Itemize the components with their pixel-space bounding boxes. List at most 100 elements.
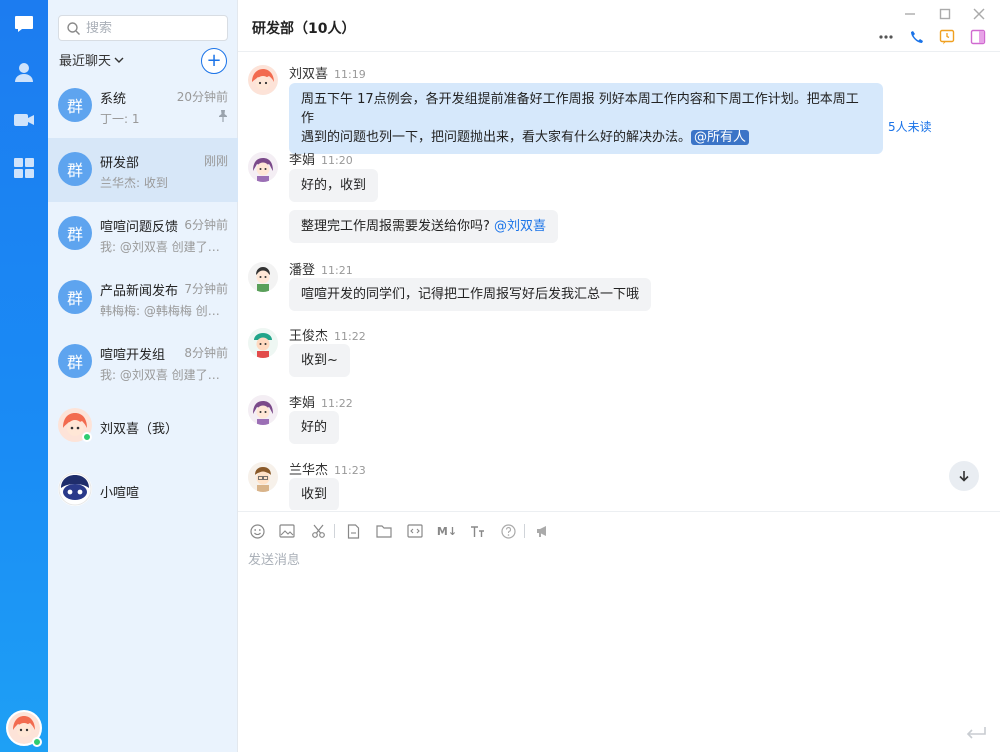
session-preview: 丁一: 1 <box>100 112 140 126</box>
message-list: 刘双喜 11:19 周五下午 17点例会，各开发组提前准备好工作周报 列好本周工作… <box>238 52 1000 510</box>
session-item-active[interactable]: 群 研发部 刚刚 兰华杰: 收到 <box>48 138 238 202</box>
search-icon <box>67 21 80 35</box>
message-time: 11:21 <box>321 264 353 277</box>
message-bubble[interactable]: 好的 <box>289 411 340 444</box>
code-icon[interactable] <box>406 522 424 540</box>
text-format-icon[interactable] <box>468 522 486 540</box>
message-text: 好的 <box>301 420 328 435</box>
sender-name: 李娟 <box>289 153 316 168</box>
message-header: 刘双喜 11:19 <box>289 63 366 82</box>
phone-icon[interactable] <box>908 28 926 46</box>
session-preview: 我: @刘双喜 创建了讨论组 <box>100 368 226 382</box>
session-preview: 我: @刘双喜 创建了讨论组 <box>100 240 226 254</box>
sender-name: 李娟 <box>289 396 316 411</box>
apps-grid-icon[interactable] <box>12 156 36 180</box>
close-icon[interactable] <box>971 6 987 22</box>
sender-name: 刘双喜 <box>289 67 329 82</box>
sender-name: 王俊杰 <box>289 329 329 344</box>
chat-title: 研发部（10人） <box>252 21 356 37</box>
maximize-icon[interactable] <box>937 6 953 22</box>
video-icon[interactable] <box>12 108 36 132</box>
scroll-to-bottom-button[interactable] <box>949 461 979 491</box>
unread-count[interactable]: 5人未读 <box>888 118 932 135</box>
message-header: 王俊杰 11:22 <box>289 325 366 344</box>
message-text: 收到~ <box>301 353 338 368</box>
recent-chats-dropdown[interactable]: 最近聊天 <box>59 50 124 69</box>
session-item[interactable]: 群 系统 20分钟前 丁一: 1 <box>48 74 238 138</box>
sender-avatar[interactable] <box>248 462 278 492</box>
markdown-icon[interactable]: M↓ <box>437 522 457 540</box>
message-bubble[interactable]: 周五下午 17点例会，各开发组提前准备好工作周报 列好本周工作内容和下周工作计划… <box>289 83 883 154</box>
file-icon[interactable] <box>344 522 362 540</box>
contacts-icon[interactable] <box>12 60 36 84</box>
pin-icon <box>218 110 228 126</box>
message-text: 周五下午 17点例会，各开发组提前准备好工作周报 列好本周工作内容和下周工作计划… <box>301 92 859 126</box>
sidebar-toggle-icon[interactable] <box>969 28 987 46</box>
sender-avatar[interactable] <box>248 152 278 182</box>
message-time: 11:22 <box>321 397 353 410</box>
message-bubble[interactable]: 收到~ <box>289 344 350 377</box>
session-name: 系统 <box>100 92 127 107</box>
group-avatar: 群 <box>58 216 92 250</box>
message-time: 11:23 <box>334 464 366 477</box>
chat-panel: 研发部（10人） 刘双喜 11:19 周五下午 17点例会，各开发组提前准备好工… <box>238 0 1000 752</box>
minimize-icon[interactable] <box>902 6 918 22</box>
chat-header: 研发部（10人） <box>238 0 1000 52</box>
session-name: 喧喧问题反馈 <box>100 220 179 235</box>
emoji-icon[interactable] <box>248 522 266 540</box>
message-time: 11:19 <box>334 68 366 81</box>
help-icon[interactable] <box>499 522 517 540</box>
more-options-icon[interactable] <box>877 28 895 46</box>
composer <box>238 549 1000 752</box>
screenshot-scissors-icon[interactable] <box>309 522 327 540</box>
session-name: 产品新闻发布 <box>100 284 179 299</box>
session-item[interactable]: 群 产品新闻发布 7分钟前 韩梅梅: @韩梅梅 创建了讨论组 <box>48 266 238 330</box>
sender-name: 潘登 <box>289 263 316 278</box>
search-box[interactable] <box>58 15 228 41</box>
sender-avatar[interactable] <box>248 65 278 95</box>
arrow-down-icon <box>959 471 969 482</box>
message-input[interactable] <box>248 549 988 719</box>
session-item-self[interactable]: 刘双喜（我） <box>48 394 238 458</box>
sender-avatar[interactable] <box>248 395 278 425</box>
session-item[interactable]: 群 喧喧问题反馈 6分钟前 我: @刘双喜 创建了讨论组 <box>48 202 238 266</box>
session-name: 研发部 <box>100 156 140 171</box>
bot-avatar <box>58 472 92 506</box>
sender-avatar[interactable] <box>248 328 278 358</box>
chat-icon[interactable] <box>12 12 36 36</box>
composer-toolbar: M↓ <box>238 511 1000 549</box>
message-bubble[interactable]: 收到 <box>289 478 340 510</box>
chevron-down-icon <box>114 57 124 63</box>
mention-tag[interactable]: @刘双喜 <box>494 219 546 234</box>
image-icon[interactable] <box>278 522 296 540</box>
session-preview: 韩梅梅: @韩梅梅 创建了讨论组 <box>100 304 226 318</box>
mention-all-tag[interactable]: @所有人 <box>691 130 750 145</box>
message-bubble[interactable]: 好的，收到 <box>289 169 379 202</box>
message-header: 李娟 11:20 <box>289 149 353 168</box>
session-item-bot[interactable]: 小喧喧 <box>48 458 238 522</box>
session-time: 20分钟前 <box>176 90 228 104</box>
session-name: 刘双喜（我） <box>100 422 179 437</box>
recent-chats-label: 最近聊天 <box>59 54 112 69</box>
announcement-megaphone-icon[interactable] <box>534 522 552 540</box>
message-bubble[interactable]: 喧喧开发的同学们，记得把工作周报写好后发我汇总一下哦 <box>289 278 652 311</box>
send-enter-icon[interactable] <box>965 726 987 744</box>
message-time: 11:22 <box>334 330 366 343</box>
message-text: 喧喧开发的同学们，记得把工作周报写好后发我汇总一下哦 <box>301 287 640 302</box>
search-input[interactable] <box>86 20 216 36</box>
session-preview: 兰华杰: 收到 <box>100 176 168 190</box>
add-chat-button[interactable]: + <box>201 48 227 74</box>
folder-icon[interactable] <box>375 522 393 540</box>
history-icon[interactable] <box>938 28 956 46</box>
toolbar-divider <box>524 524 525 538</box>
navigation-rail <box>0 0 48 752</box>
sender-name: 兰华杰 <box>289 463 329 478</box>
session-time: 8分钟前 <box>184 346 228 360</box>
message-bubble[interactable]: 整理完工作周报需要发送给你吗? @刘双喜 <box>289 210 559 243</box>
session-item[interactable]: 群 喧喧开发组 8分钟前 我: @刘双喜 创建了讨论组 <box>48 330 238 394</box>
group-avatar: 群 <box>58 88 92 122</box>
sender-avatar[interactable] <box>248 262 278 292</box>
group-avatar: 群 <box>58 344 92 378</box>
toolbar-divider <box>334 524 335 538</box>
group-avatar: 群 <box>58 280 92 314</box>
